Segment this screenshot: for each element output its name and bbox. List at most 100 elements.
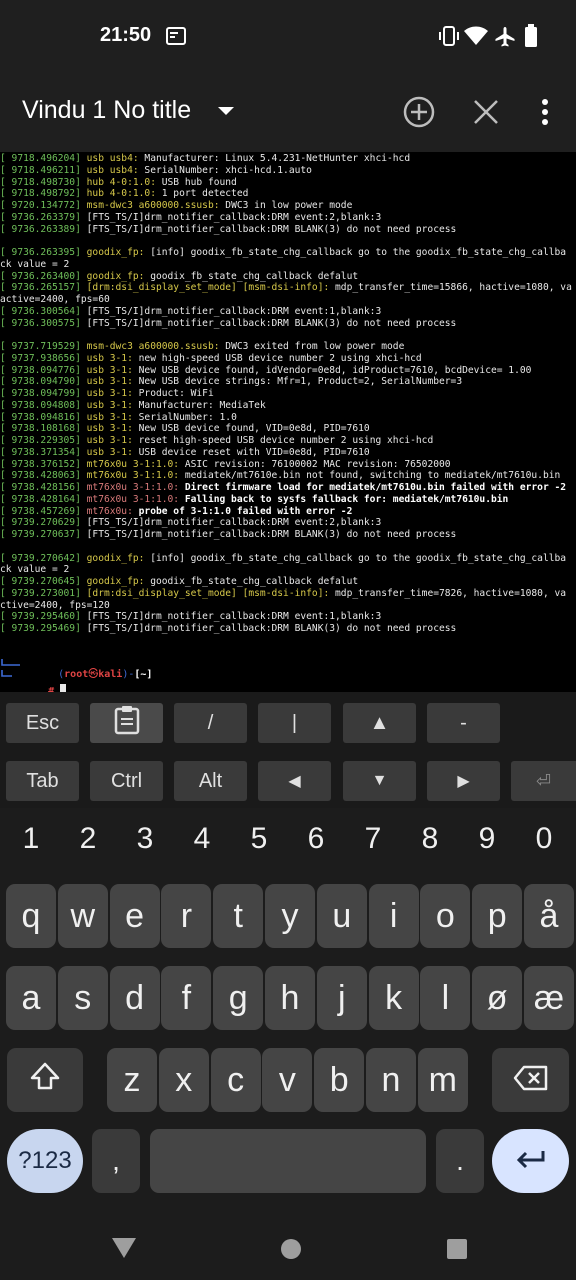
key-h[interactable]: h bbox=[265, 966, 315, 1030]
key-x[interactable]: x bbox=[158, 1048, 209, 1112]
number-key-3[interactable]: 3 bbox=[125, 822, 165, 856]
log-message: mdp_transfer_time=15866, hactive=1080, v… bbox=[329, 282, 572, 294]
symbols-key[interactable]: ?123 bbox=[7, 1129, 83, 1193]
number-key-4[interactable]: 4 bbox=[182, 822, 222, 856]
log-message: mediatek/mt7610e.bin not found, switchin… bbox=[179, 470, 561, 482]
left-arrow-key[interactable]: ◀ bbox=[258, 761, 331, 801]
log-timestamp: [ 9738.371354] bbox=[0, 446, 81, 458]
log-message: [FTS_TS/I]drm_notifier_callback:DRM even… bbox=[80, 211, 382, 223]
home-icon[interactable] bbox=[280, 1238, 302, 1265]
key-k[interactable]: k bbox=[368, 966, 419, 1030]
key-d[interactable]: d bbox=[109, 966, 160, 1030]
key-s[interactable]: s bbox=[57, 966, 108, 1030]
key-j[interactable]: j bbox=[316, 966, 367, 1030]
log-timestamp: [ 9739.295469] bbox=[0, 623, 81, 634]
number-key-8[interactable]: 8 bbox=[410, 822, 450, 856]
key-m[interactable]: m bbox=[417, 1048, 468, 1112]
log-message: [info] goodix_fb_state_chg_callback go t… bbox=[144, 552, 567, 564]
log-timestamp: [ 9739.270642] bbox=[0, 552, 81, 564]
key-o[interactable]: o bbox=[420, 884, 471, 948]
log-subsystem: [drm:dsi_display_set_mode] [msm-dsi-info… bbox=[86, 587, 330, 599]
key-p[interactable]: p bbox=[472, 884, 523, 948]
prompt-at: ㉿ bbox=[88, 669, 99, 680]
key-å[interactable]: å bbox=[524, 884, 574, 948]
extra-keys-bar: Esc / | ▲ - Tab Ctrl Alt ◀ ▼ ▶ ⏎ bbox=[0, 692, 576, 808]
up-arrow-key[interactable]: ▲ bbox=[343, 703, 416, 743]
slash-key[interactable]: / bbox=[174, 703, 247, 743]
enter-extra-key[interactable]: ⏎ bbox=[511, 761, 576, 801]
comma-key[interactable]: , bbox=[92, 1129, 140, 1193]
key-i[interactable]: i bbox=[368, 884, 419, 948]
log-message: USB device reset with VID=0e8d, PID=7610 bbox=[132, 446, 370, 458]
pipe-key[interactable]: | bbox=[258, 703, 331, 743]
enter-icon bbox=[515, 1142, 547, 1181]
number-key-0[interactable]: 0 bbox=[524, 822, 564, 856]
terminal-line: [ 9736.300575] [FTS_TS/I]drm_notifier_ca… bbox=[0, 318, 572, 330]
terminal-line: [ 9718.498792] hub 4-0:1.0: 1 port detec… bbox=[0, 188, 572, 200]
key-z[interactable]: z bbox=[107, 1048, 157, 1112]
recents-icon[interactable] bbox=[446, 1238, 468, 1265]
space-bar[interactable] bbox=[150, 1129, 426, 1193]
log-message: [FTS_TS/I]drm_notifier_callback:DRM even… bbox=[80, 611, 382, 623]
log-message: ASIC revision: 76100002 MAC revision: 76… bbox=[179, 458, 451, 470]
key-w[interactable]: w bbox=[57, 884, 108, 948]
number-key-2[interactable]: 2 bbox=[68, 822, 108, 856]
key-g[interactable]: g bbox=[213, 966, 264, 1030]
number-key-5[interactable]: 5 bbox=[239, 822, 279, 856]
terminal-line: [ 9736.300564] [FTS_TS/I]drm_notifier_ca… bbox=[0, 306, 572, 318]
log-timestamp: [ 9738.428063] bbox=[0, 470, 81, 482]
key-r[interactable]: r bbox=[161, 884, 212, 948]
airplane-icon bbox=[494, 26, 516, 53]
key-c[interactable]: c bbox=[210, 1048, 261, 1112]
app-bar: Vindu 1 No title bbox=[0, 74, 576, 152]
close-session-icon[interactable] bbox=[466, 92, 506, 132]
key-l[interactable]: l bbox=[420, 966, 471, 1030]
dropdown-arrow-icon[interactable] bbox=[210, 94, 250, 134]
key-f[interactable]: f bbox=[161, 966, 212, 1030]
dash-key[interactable]: - bbox=[427, 703, 500, 743]
overflow-menu-icon[interactable] bbox=[526, 92, 566, 132]
shift-key[interactable] bbox=[7, 1048, 83, 1112]
number-key-9[interactable]: 9 bbox=[467, 822, 507, 856]
log-subsystem: mt76x0u 3-1:1.0: bbox=[86, 482, 180, 493]
log-message: mdp_transfer_time=7826, hactive=1080, va bbox=[329, 587, 567, 599]
key-v[interactable]: v bbox=[262, 1048, 313, 1112]
enter-key[interactable] bbox=[492, 1129, 569, 1193]
add-session-icon[interactable] bbox=[399, 92, 439, 132]
key-q[interactable]: q bbox=[6, 884, 56, 948]
key-e[interactable]: e bbox=[109, 884, 160, 948]
esc-key[interactable]: Esc bbox=[6, 703, 79, 743]
log-subsystem: usb usb4: bbox=[86, 153, 139, 164]
log-timestamp: [ 9738.376152] bbox=[0, 458, 81, 470]
alt-key[interactable]: Alt bbox=[174, 761, 247, 801]
terminal-line: [ 9738.428156] mt76x0u 3-1:1.0: Direct f… bbox=[0, 482, 572, 494]
log-subsystem: mt76x0u 3-1:1.0: bbox=[86, 493, 180, 505]
backspace-key[interactable] bbox=[492, 1048, 569, 1112]
key-u[interactable]: u bbox=[316, 884, 367, 948]
key-æ[interactable]: æ bbox=[524, 966, 574, 1030]
key-y[interactable]: y bbox=[265, 884, 315, 948]
key-b[interactable]: b bbox=[314, 1048, 365, 1112]
clipboard-key[interactable] bbox=[90, 703, 163, 743]
log-message: Product: WiFi bbox=[132, 388, 214, 399]
down-arrow-key[interactable]: ▼ bbox=[343, 761, 416, 801]
terminal-line: [ 9738.428063] mt76x0u 3-1:1.0: mediatek… bbox=[0, 470, 572, 482]
ctrl-key[interactable]: Ctrl bbox=[90, 761, 163, 801]
number-key-7[interactable]: 7 bbox=[353, 822, 393, 856]
tab-key[interactable]: Tab bbox=[6, 761, 79, 801]
key-ø[interactable]: ø bbox=[472, 966, 523, 1030]
log-message: [FTS_TS/I]drm_notifier_callback:DRM BLAN… bbox=[80, 317, 457, 329]
number-key-6[interactable]: 6 bbox=[296, 822, 336, 856]
session-title[interactable]: Vindu 1 No title bbox=[22, 96, 191, 125]
log-message: 1 port detected bbox=[155, 188, 249, 200]
terminal-view[interactable]: [ 9718.496204] usb usb4: Manufacturer: L… bbox=[0, 152, 576, 692]
right-arrow-key[interactable]: ▶ bbox=[427, 761, 500, 801]
key-a[interactable]: a bbox=[6, 966, 56, 1030]
log-subsystem: usb usb4: bbox=[86, 164, 139, 176]
key-n[interactable]: n bbox=[366, 1048, 416, 1112]
period-key[interactable]: . bbox=[436, 1129, 484, 1193]
back-icon[interactable] bbox=[110, 1236, 138, 1265]
key-t[interactable]: t bbox=[213, 884, 264, 948]
terminal-line: [ 9738.108168] usb 3-1: New USB device f… bbox=[0, 423, 572, 435]
number-key-1[interactable]: 1 bbox=[11, 822, 51, 856]
